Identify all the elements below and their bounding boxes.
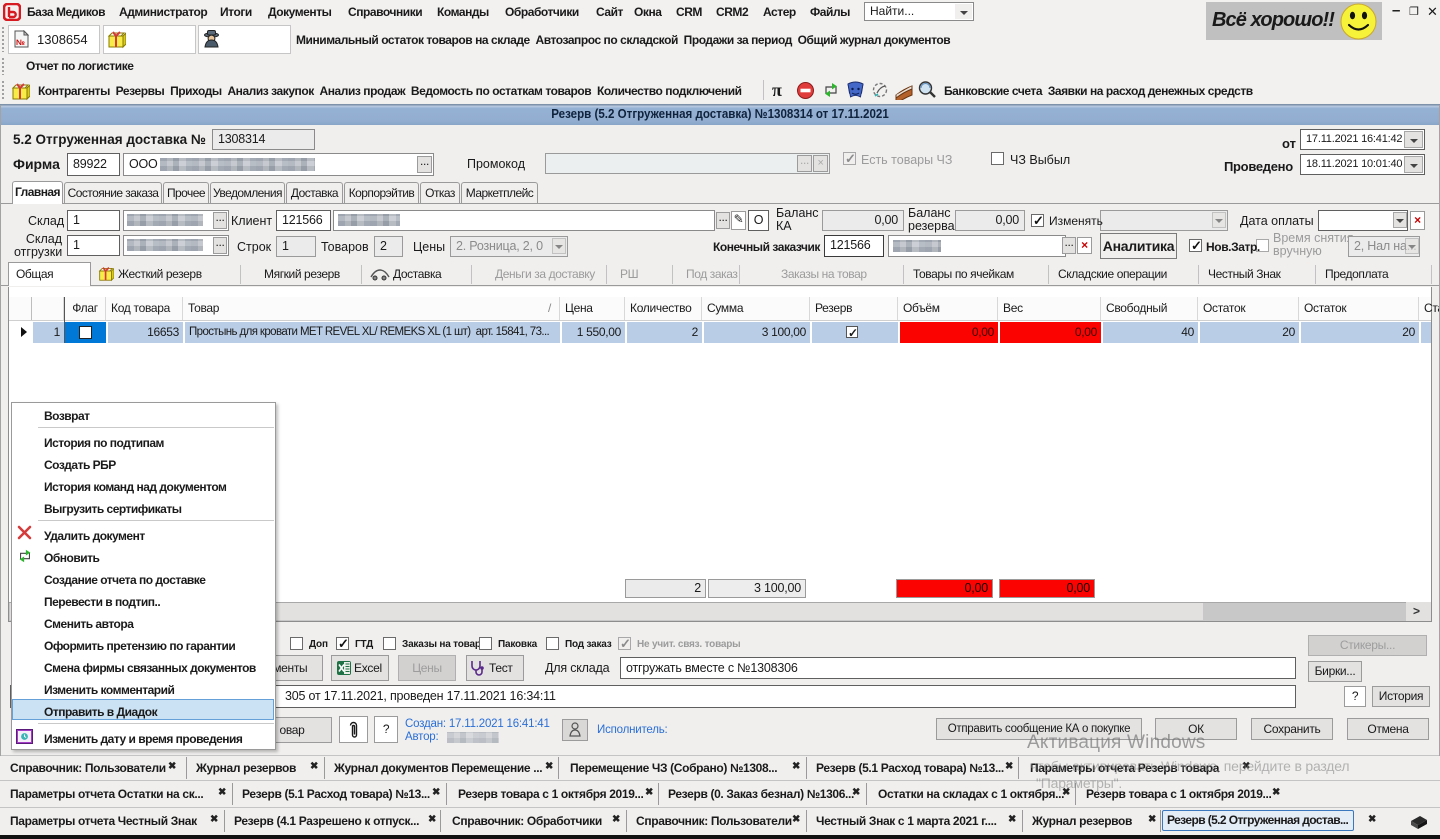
svg-text:№: № — [16, 38, 25, 47]
